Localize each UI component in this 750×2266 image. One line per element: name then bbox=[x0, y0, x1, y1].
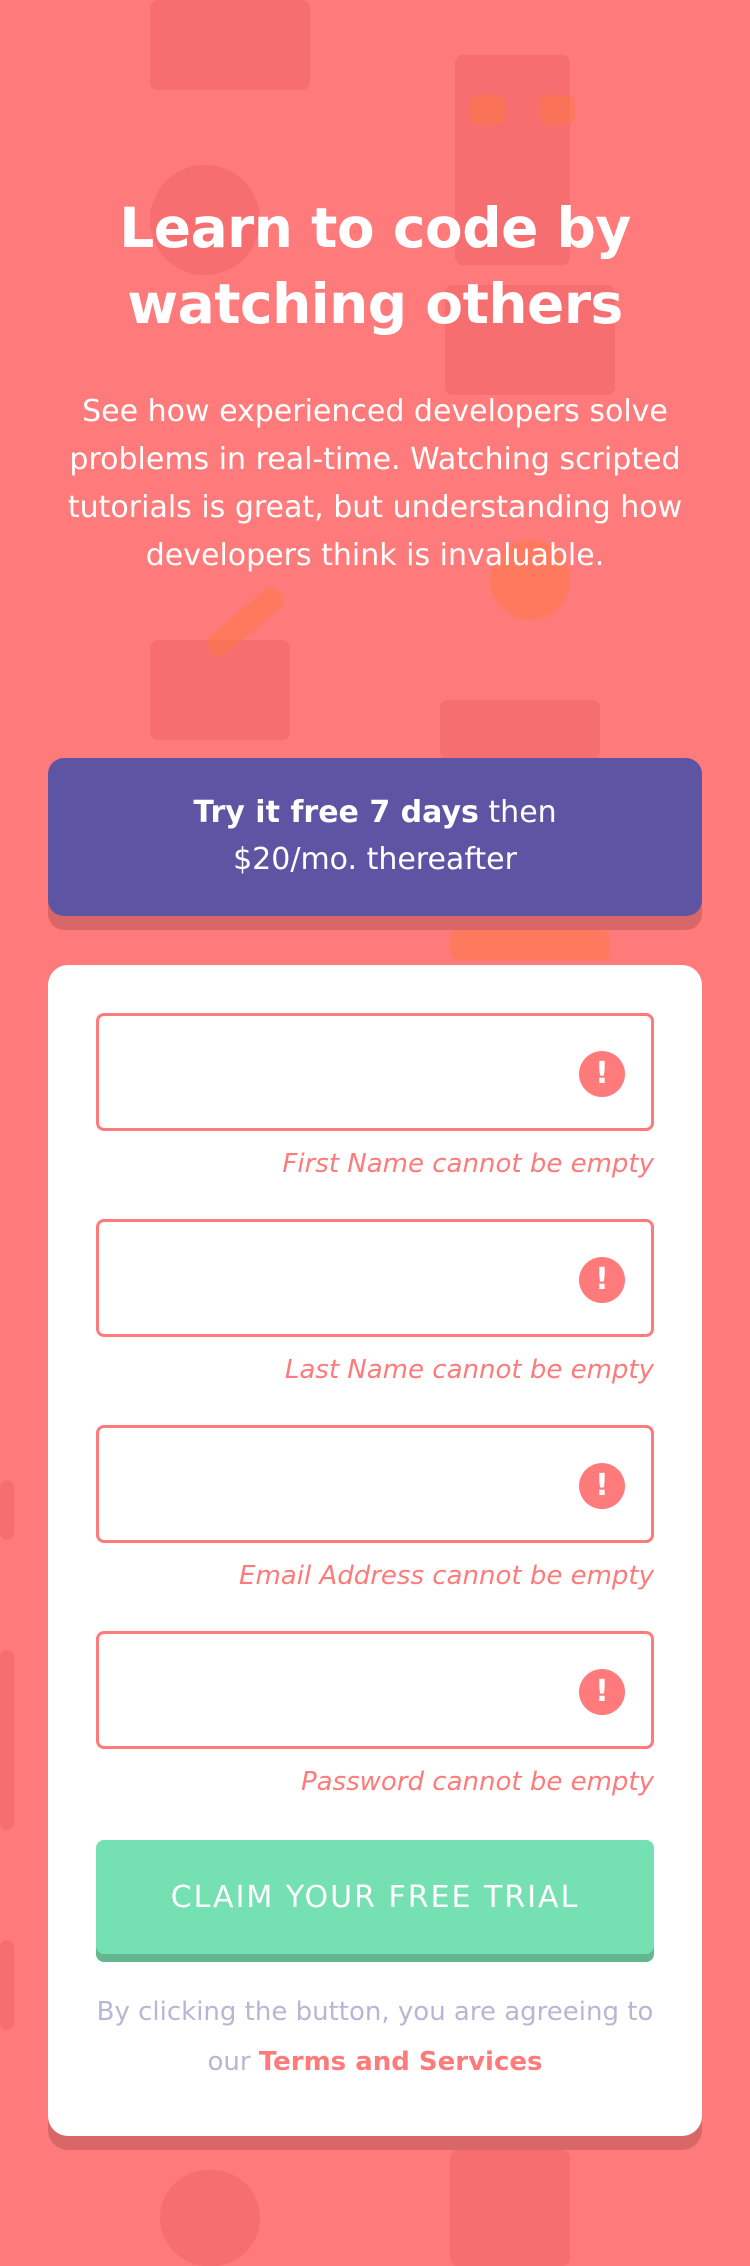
promo-rest-text: then bbox=[478, 795, 557, 830]
password-box: ! bbox=[96, 1631, 654, 1749]
promo-price-text: $20/mo. thereafter bbox=[233, 842, 517, 877]
error-icon: ! bbox=[579, 1257, 625, 1303]
error-icon: ! bbox=[579, 1669, 625, 1715]
last-name-error: Last Name cannot be empty bbox=[284, 1355, 654, 1385]
terms-text-line-1: By clicking the button, you are agreeing… bbox=[96, 1997, 654, 2027]
email-box: ! bbox=[96, 1425, 654, 1543]
email-input[interactable] bbox=[99, 1428, 577, 1540]
email-field: ! Email Address cannot be empty bbox=[96, 1425, 654, 1591]
terms-notice: By clicking the button, you are agreeing… bbox=[96, 1987, 654, 2087]
password-input[interactable] bbox=[99, 1634, 577, 1746]
promo-strong-text: Try it free 7 days bbox=[193, 795, 479, 830]
last-name-input[interactable] bbox=[99, 1222, 577, 1334]
headline-line-1: Learn to code by bbox=[119, 196, 631, 260]
headline-line-2: watching others bbox=[127, 272, 623, 336]
first-name-input[interactable] bbox=[99, 1016, 577, 1128]
page-headline: Learn to code by watching others bbox=[48, 190, 702, 342]
claim-trial-button[interactable]: CLAIM YOUR FREE TRIAL bbox=[96, 1840, 654, 1954]
last-name-box: ! bbox=[96, 1219, 654, 1337]
terms-link[interactable]: Terms and Services bbox=[259, 2047, 543, 2077]
promo-banner: Try it free 7 days then $20/mo. thereaft… bbox=[48, 758, 702, 916]
last-name-field: ! Last Name cannot be empty bbox=[96, 1219, 654, 1385]
signup-form: ! First Name cannot be empty ! Last Name… bbox=[48, 965, 702, 2136]
first-name-field: ! First Name cannot be empty bbox=[96, 1013, 654, 1179]
intro-text: See how experienced developers solve pro… bbox=[67, 394, 683, 573]
terms-text-line-2: our bbox=[207, 2047, 259, 2077]
email-error: Email Address cannot be empty bbox=[239, 1561, 654, 1591]
first-name-error: First Name cannot be empty bbox=[282, 1149, 654, 1179]
error-icon: ! bbox=[579, 1051, 625, 1097]
password-field: ! Password cannot be empty bbox=[96, 1631, 654, 1797]
password-error: Password cannot be empty bbox=[300, 1767, 654, 1797]
error-icon: ! bbox=[579, 1463, 625, 1509]
first-name-box: ! bbox=[96, 1013, 654, 1131]
